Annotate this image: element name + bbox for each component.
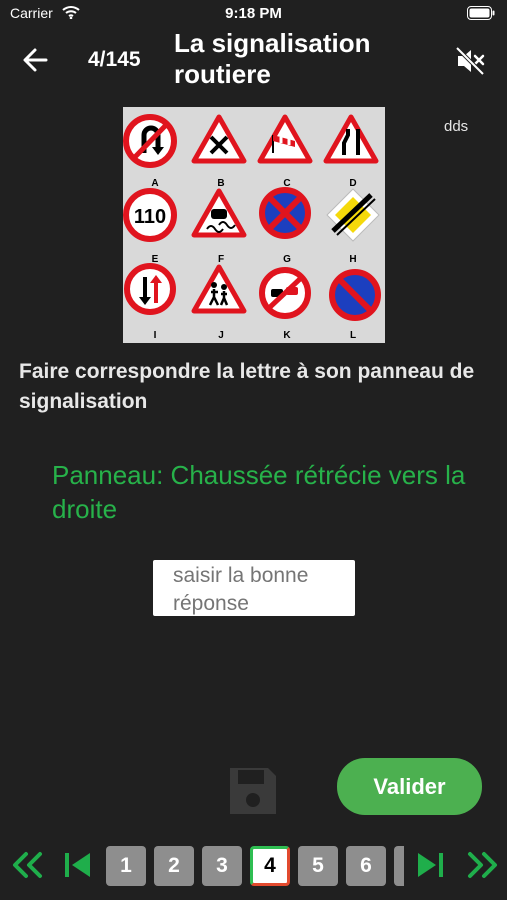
validate-button[interactable]: Valider <box>337 758 482 815</box>
mute-button[interactable] <box>453 44 487 78</box>
status-bar: Carrier 9:18 PM <box>0 0 507 28</box>
road-signs-image: A B C D 110 E F G H I J K L <box>123 107 385 343</box>
page-button[interactable]: 2 <box>154 846 194 886</box>
page-title: La signalisation routiere <box>174 28 371 89</box>
page-button-current[interactable]: 4 <box>250 846 290 886</box>
crosswind-warning-sign-icon <box>257 114 313 164</box>
intersection-warning-sign-icon <box>191 114 247 164</box>
page-button[interactable]: 3 <box>202 846 242 886</box>
no-parking-sign-icon <box>329 269 381 321</box>
question-counter: 4/145 <box>88 48 141 71</box>
speed-limit-value: 110 <box>134 206 166 228</box>
answer-input[interactable] <box>153 560 355 616</box>
rewind-button[interactable] <box>10 842 46 888</box>
page-button[interactable]: 1 <box>106 846 146 886</box>
sign-e: 110 E <box>123 187 187 265</box>
answer-hint: Panneau: Chaussée rétrécie vers la droit… <box>52 460 466 524</box>
skip-to-end-icon <box>418 853 443 877</box>
no-overtaking-sign-icon <box>259 267 311 319</box>
back-arrow-icon <box>23 48 48 72</box>
sign-i: I <box>123 263 187 341</box>
sign-h: H <box>321 187 385 265</box>
double-chevron-right-icon <box>468 852 497 878</box>
sign-letter-j: J <box>218 330 224 341</box>
page-navigation: 1 2 3 4 5 6 <box>0 842 507 888</box>
back-button[interactable] <box>18 42 54 78</box>
battery-icon <box>467 6 495 25</box>
header: 4/145 La signalisation routiere <box>0 28 507 96</box>
no-stopping-sign-icon <box>259 187 311 239</box>
question-text: Faire correspondre la lettre à son panne… <box>19 360 475 413</box>
floppy-disk-icon <box>230 768 276 814</box>
priority-road-end-sign-icon <box>326 188 380 242</box>
sign-b: B <box>189 111 253 189</box>
speaker-muted-icon <box>455 46 485 76</box>
children-crossing-sign-icon <box>191 264 247 314</box>
sign-letter-k: K <box>283 330 291 341</box>
page-button-partial[interactable] <box>394 846 404 886</box>
fast-forward-button[interactable] <box>464 842 500 888</box>
sign-letter-l: L <box>349 330 357 341</box>
sign-letter-i: I <box>153 330 157 341</box>
no-u-turn-sign-icon <box>123 114 177 168</box>
sign-f: F <box>189 187 253 265</box>
sign-d: D <box>321 111 385 189</box>
page-button[interactable]: 6 <box>346 846 386 886</box>
speed-limit-sign-icon: 110 <box>123 188 177 242</box>
sign-j: J <box>189 263 253 341</box>
clock: 9:18 PM <box>225 5 282 22</box>
save-icon[interactable] <box>226 764 280 818</box>
sign-l: L <box>321 263 385 341</box>
sign-g: G <box>255 187 319 265</box>
sign-k: K <box>255 263 319 341</box>
double-chevron-left-icon <box>13 852 42 878</box>
side-label: dds <box>444 118 469 135</box>
sign-c: C <box>255 111 319 189</box>
skip-to-start-icon <box>65 853 90 877</box>
first-page-button[interactable] <box>60 842 94 888</box>
last-page-button[interactable] <box>414 842 448 888</box>
road-narrows-right-sign-icon <box>323 114 379 164</box>
slippery-road-sign-icon <box>191 188 247 238</box>
sign-a: A <box>123 111 187 189</box>
page-button[interactable]: 5 <box>298 846 338 886</box>
oncoming-priority-sign-icon <box>124 263 176 315</box>
